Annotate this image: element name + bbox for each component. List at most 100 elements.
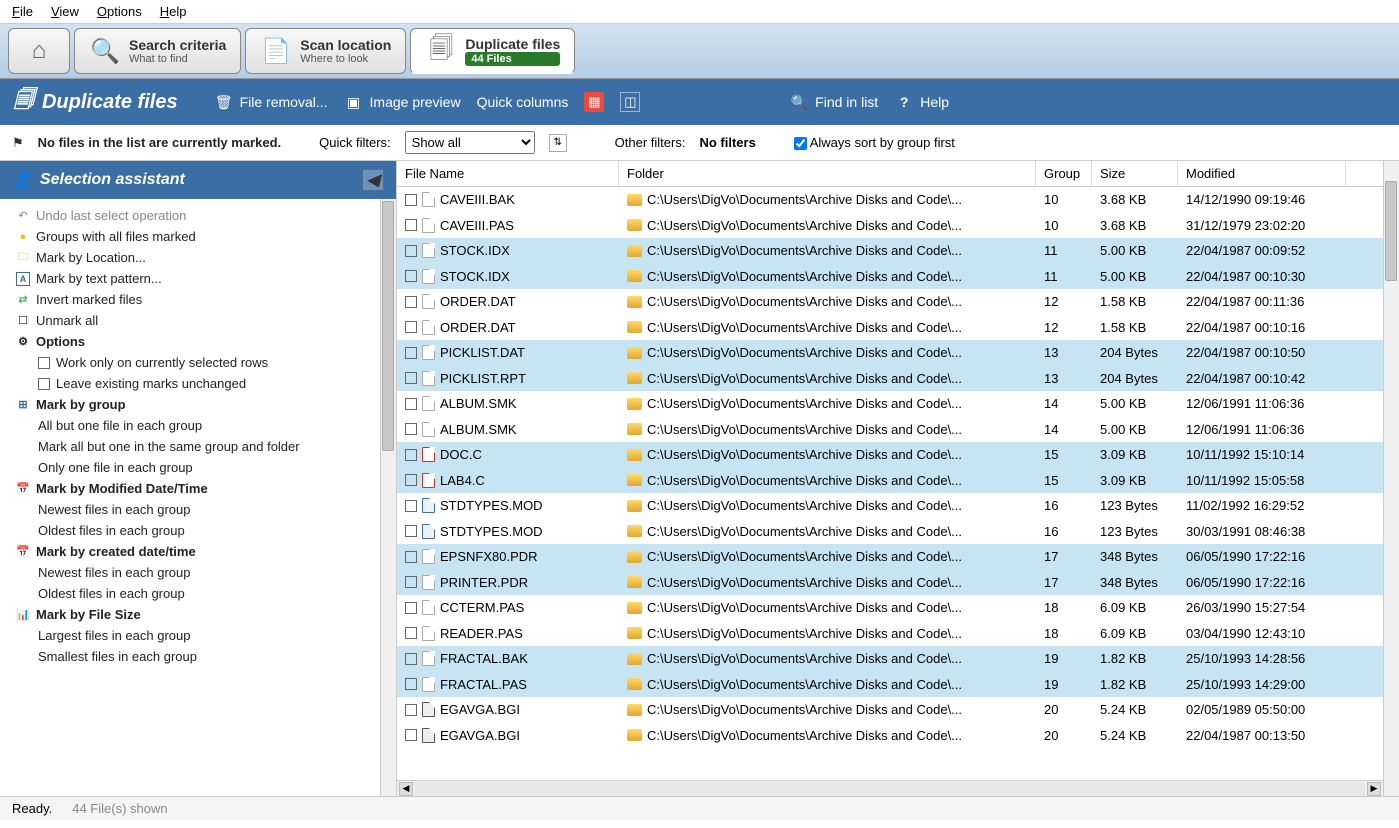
checkbox-icon[interactable] [38,378,50,390]
marked-status: No files in the list are currently marke… [38,135,281,150]
file-list-scrollbar[interactable] [1383,161,1399,796]
file-row[interactable]: PICKLIST.RPTC:\Users\DigVo\Documents\Arc… [397,366,1383,392]
column-view-detail-button[interactable]: ◫ [620,92,640,112]
scroll-right-arrow[interactable]: ▶ [1367,782,1381,796]
file-row[interactable]: DOC.CC:\Users\DigVo\Documents\Archive Di… [397,442,1383,468]
file-row[interactable]: ORDER.DATC:\Users\DigVo\Documents\Archiv… [397,315,1383,341]
col-header-group[interactable]: Group [1036,161,1092,186]
opt-leave-marks[interactable]: Leave existing marks unchanged [4,373,376,394]
file-type-icon [422,626,435,641]
row-checkbox[interactable] [405,270,417,282]
row-checkbox[interactable] [405,347,417,359]
row-checkbox[interactable] [405,653,417,665]
sidebar-scrollbar[interactable] [380,199,396,796]
col-header-folder[interactable]: Folder [619,161,1036,186]
modified-newest-button[interactable]: Newest files in each group [4,499,376,520]
file-row[interactable]: CAVEIII.BAKC:\Users\DigVo\Documents\Arch… [397,187,1383,213]
row-checkbox[interactable] [405,627,417,639]
file-row[interactable]: FRACTAL.BAKC:\Users\DigVo\Documents\Arch… [397,646,1383,672]
mark-by-text-button[interactable]: AMark by text pattern... [4,268,376,289]
file-row[interactable]: PICKLIST.DATC:\Users\DigVo\Documents\Arc… [397,340,1383,366]
tab-search-criteria[interactable]: 🔍 Search criteria What to find [74,28,241,74]
file-row[interactable]: CCTERM.PASC:\Users\DigVo\Documents\Archi… [397,595,1383,621]
scroll-left-arrow[interactable]: ◀ [399,782,413,796]
file-row[interactable]: ALBUM.SMKC:\Users\DigVo\Documents\Archiv… [397,391,1383,417]
all-but-one-same-folder-button[interactable]: Mark all but one in the same group and f… [4,436,376,457]
modified-cell: 31/12/1979 23:02:20 [1178,215,1346,236]
always-sort-input[interactable] [794,137,807,150]
invert-marked-button[interactable]: ⇄Invert marked files [4,289,376,310]
file-row[interactable]: STOCK.IDXC:\Users\DigVo\Documents\Archiv… [397,238,1383,264]
row-checkbox[interactable] [405,245,417,257]
menu-view[interactable]: View [51,4,79,19]
swap-filter-button[interactable]: ⇅ [549,134,567,152]
largest-button[interactable]: Largest files in each group [4,625,376,646]
created-newest-button[interactable]: Newest files in each group [4,562,376,583]
row-checkbox[interactable] [405,449,417,461]
row-checkbox[interactable] [405,321,417,333]
quick-filters-select[interactable]: Show all [405,131,535,154]
file-row[interactable]: EGAVGA.BGIC:\Users\DigVo\Documents\Archi… [397,697,1383,723]
row-checkbox[interactable] [405,423,417,435]
row-checkbox[interactable] [405,219,417,231]
created-oldest-button[interactable]: Oldest files in each group [4,583,376,604]
help-button[interactable]: ? Help [894,92,949,112]
tab-scan-location[interactable]: 📄 Scan location Where to look [245,28,406,74]
tab-duplicate-files[interactable]: 🗐 Duplicate files 44 Files [410,28,575,74]
file-row[interactable]: EPSNFX80.PDRC:\Users\DigVo\Documents\Arc… [397,544,1383,570]
opt-work-selected[interactable]: Work only on currently selected rows [4,352,376,373]
file-row[interactable]: CAVEIII.PASC:\Users\DigVo\Documents\Arch… [397,213,1383,239]
tab-home[interactable]: ⌂ [8,28,70,74]
file-row[interactable]: FRACTAL.PASC:\Users\DigVo\Documents\Arch… [397,672,1383,698]
row-checkbox[interactable] [405,678,417,690]
menu-help[interactable]: Help [160,4,187,19]
menu-file[interactable]: File [12,4,33,19]
row-checkbox[interactable] [405,474,417,486]
smallest-button[interactable]: Smallest files in each group [4,646,376,667]
column-view-grid-button[interactable]: ▦ [584,92,604,112]
folder-path: C:\Users\DigVo\Documents\Archive Disks a… [647,498,962,513]
modified-oldest-button[interactable]: Oldest files in each group [4,520,376,541]
collapse-sidebar-button[interactable]: ◀ [362,169,384,191]
row-checkbox[interactable] [405,704,417,716]
file-row[interactable]: ORDER.DATC:\Users\DigVo\Documents\Archiv… [397,289,1383,315]
file-row[interactable]: LAB4.CC:\Users\DigVo\Documents\Archive D… [397,468,1383,494]
row-checkbox[interactable] [405,729,417,741]
horizontal-scrollbar[interactable]: ◀ ▶ [397,780,1383,796]
row-checkbox[interactable] [405,372,417,384]
row-checkbox[interactable] [405,525,417,537]
row-checkbox[interactable] [405,194,417,206]
file-row[interactable]: STDTYPES.MODC:\Users\DigVo\Documents\Arc… [397,519,1383,545]
row-checkbox[interactable] [405,398,417,410]
folder-path: C:\Users\DigVo\Documents\Archive Disks a… [647,575,962,590]
menu-options[interactable]: Options [97,4,142,19]
file-row[interactable]: STOCK.IDXC:\Users\DigVo\Documents\Archiv… [397,264,1383,290]
file-row[interactable]: STDTYPES.MODC:\Users\DigVo\Documents\Arc… [397,493,1383,519]
always-sort-checkbox[interactable]: Always sort by group first [794,135,955,150]
row-checkbox[interactable] [405,296,417,308]
checkbox-icon[interactable] [38,357,50,369]
row-checkbox[interactable] [405,500,417,512]
tab-duplicates-count: 44 Files [465,52,560,66]
file-row[interactable]: READER.PASC:\Users\DigVo\Documents\Archi… [397,621,1383,647]
modified-cell: 11/02/1992 16:29:52 [1178,495,1346,516]
find-in-list-button[interactable]: 🔍 Find in list [789,92,878,112]
file-row[interactable]: ALBUM.SMKC:\Users\DigVo\Documents\Archiv… [397,417,1383,443]
all-but-one-button[interactable]: All but one file in each group [4,415,376,436]
scroll-track[interactable] [415,782,1365,796]
file-removal-button[interactable]: 🗑 File removal... [214,92,328,112]
col-header-size[interactable]: Size [1092,161,1178,186]
undo-select-button[interactable]: ↶Undo last select operation [4,205,376,226]
mark-by-location-button[interactable]: 🗀Mark by Location... [4,247,376,268]
image-preview-button[interactable]: ▣ Image preview [344,92,461,112]
col-header-name[interactable]: File Name [397,161,619,186]
groups-all-marked-button[interactable]: ●Groups with all files marked [4,226,376,247]
file-row[interactable]: PRINTER.PDRC:\Users\DigVo\Documents\Arch… [397,570,1383,596]
unmark-all-button[interactable]: ☐Unmark all [4,310,376,331]
only-one-button[interactable]: Only one file in each group [4,457,376,478]
col-header-modified[interactable]: Modified [1178,161,1346,186]
row-checkbox[interactable] [405,551,417,563]
row-checkbox[interactable] [405,576,417,588]
row-checkbox[interactable] [405,602,417,614]
file-row[interactable]: EGAVGA.BGIC:\Users\DigVo\Documents\Archi… [397,723,1383,749]
